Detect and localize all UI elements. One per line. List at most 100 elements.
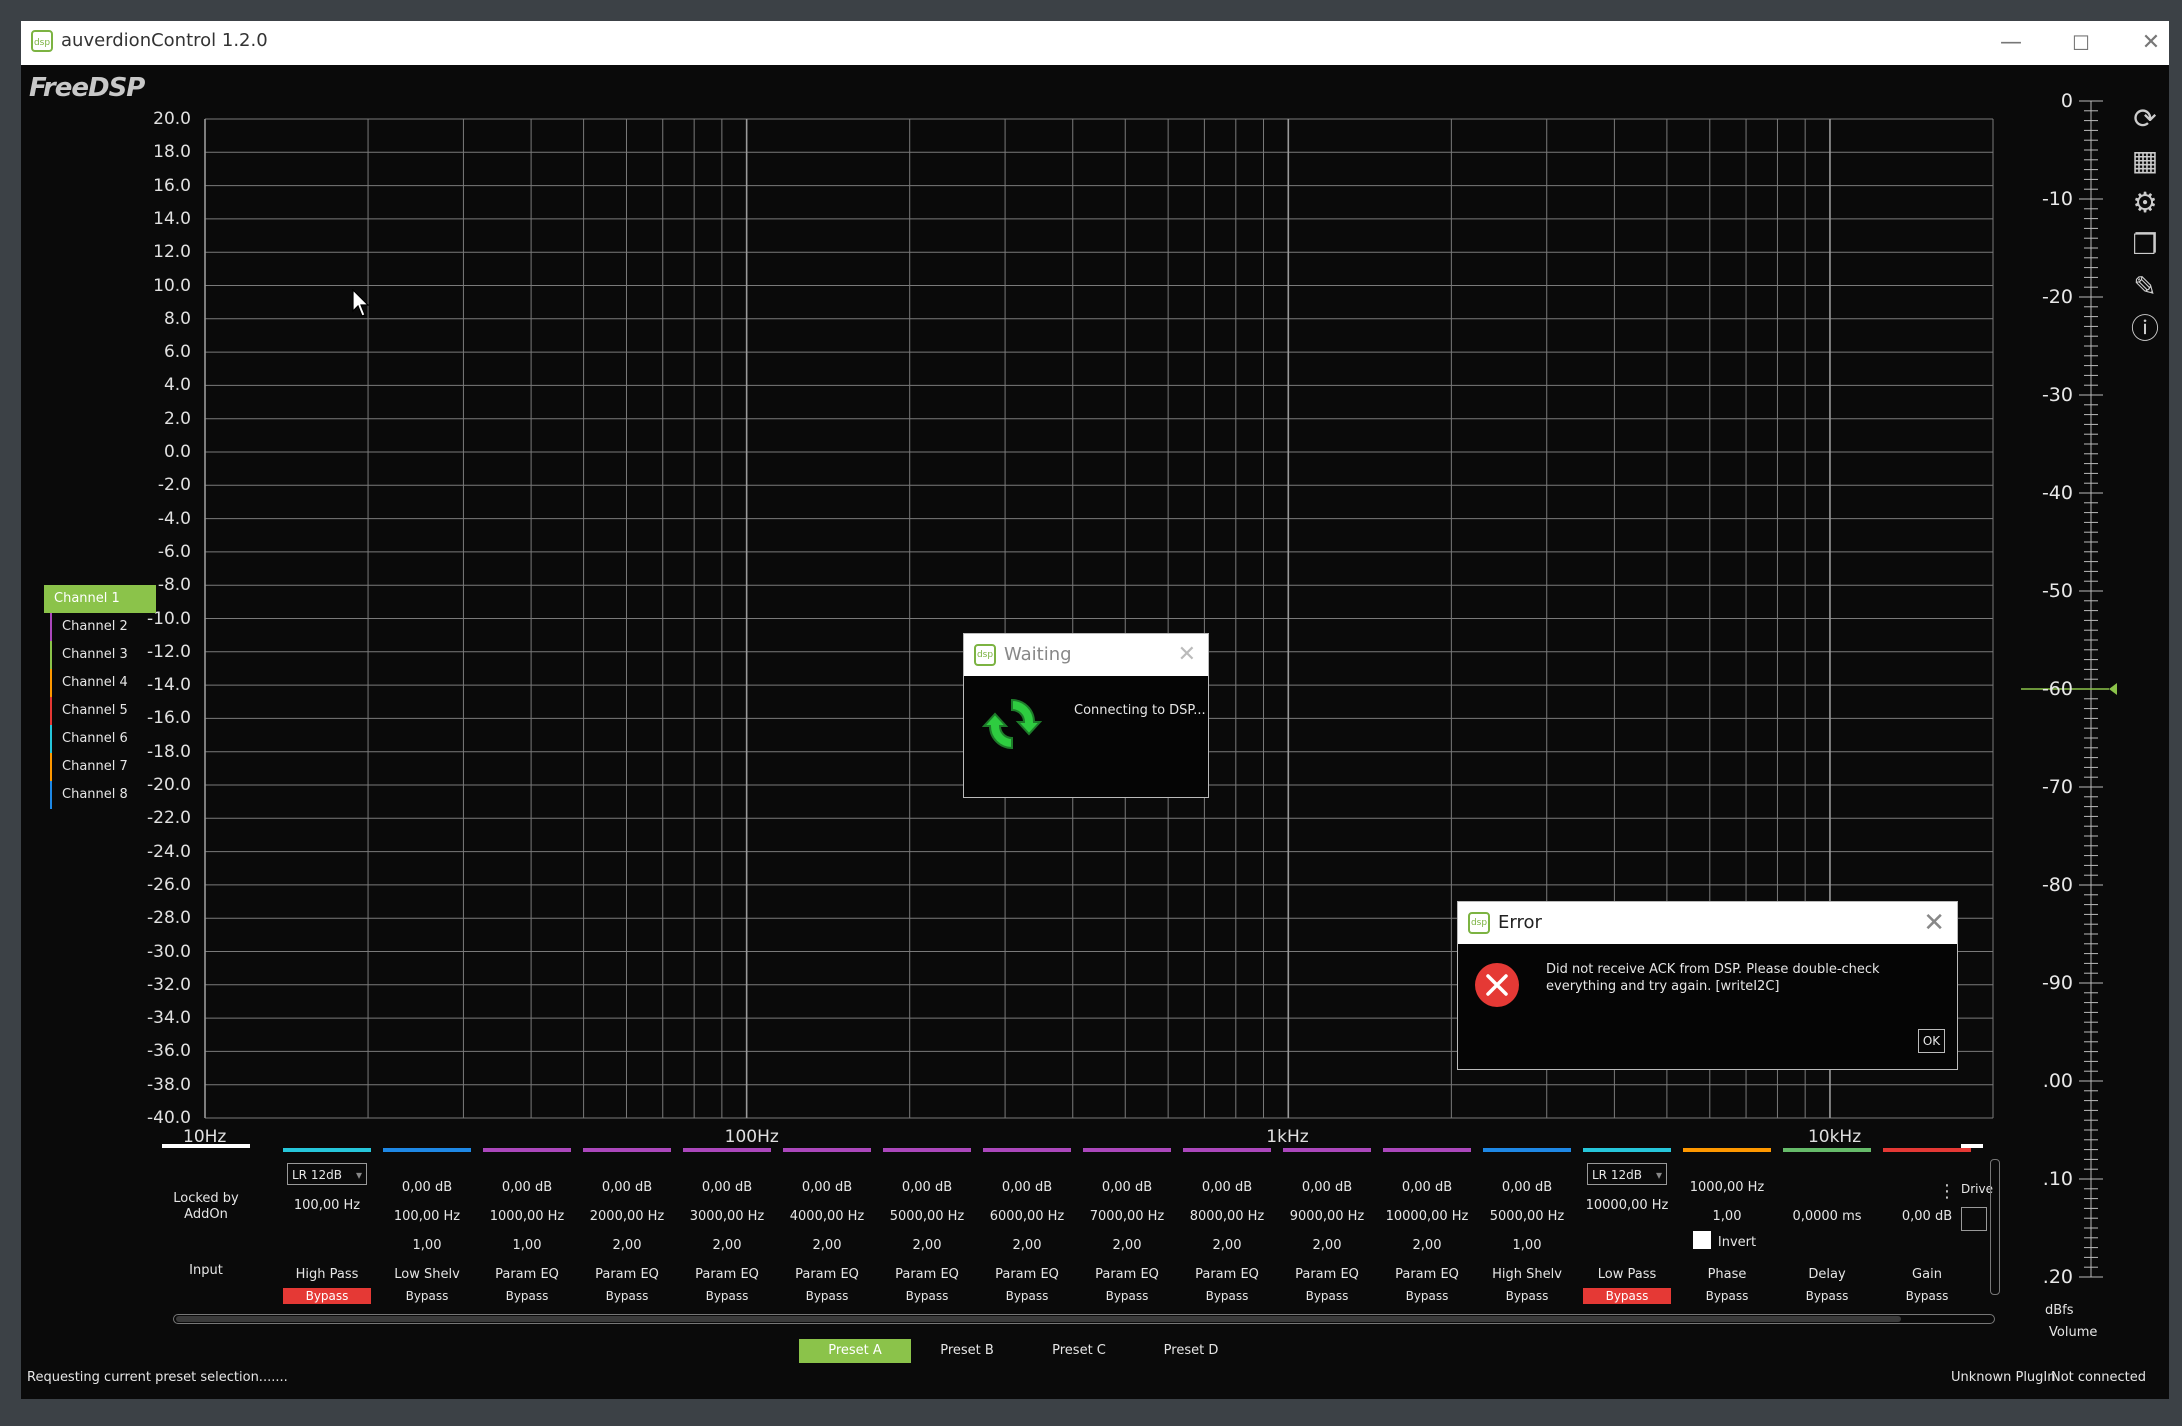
filter-q: 1,00	[1712, 1209, 1742, 1224]
y-tick-label: 16.0	[153, 175, 191, 196]
filter-q: 1,00	[412, 1238, 442, 1253]
bypass-button[interactable]: Bypass	[1683, 1288, 1771, 1304]
info-icon[interactable]: ⓘ	[2125, 309, 2165, 349]
driver-dropdown[interactable]	[1961, 1207, 1987, 1231]
filter-color-bar	[483, 1148, 571, 1152]
filter-q: 2,00	[912, 1238, 942, 1253]
y-tick-label: -6.0	[157, 541, 191, 562]
bypass-button[interactable]: Bypass	[683, 1288, 771, 1304]
filter-column[interactable]: LR 12dB ▾ 100,00 Hz High Pass Bypass	[283, 1148, 371, 1313]
filter-column[interactable]: 0,00 dB Gain Bypass	[1883, 1148, 1971, 1313]
bypass-button[interactable]: Bypass	[1383, 1288, 1471, 1304]
gear-icon[interactable]: ⚙	[2125, 183, 2165, 223]
volume-label: -20	[2041, 286, 2073, 308]
filter-type-label: High Shelv	[1492, 1267, 1562, 1282]
bypass-button[interactable]: Bypass	[1283, 1288, 1371, 1304]
preset-button[interactable]: Preset A	[799, 1339, 911, 1363]
volume-label: -70	[2041, 776, 2073, 798]
bypass-button[interactable]: Bypass	[1883, 1288, 1971, 1304]
filter-column[interactable]: 0,00 dB 1000,00 Hz 1,00 Param EQ Bypass	[483, 1148, 571, 1313]
app-window: dsp auverdionControl 1.2.0 — ☐ ✕ FreeDSP…	[21, 21, 2169, 1399]
bypass-button[interactable]: Bypass	[1183, 1288, 1271, 1304]
filter-gain: 0,00 dB	[1301, 1180, 1353, 1195]
filter-column[interactable]: 0,00 dB 8000,00 Hz 2,00 Param EQ Bypass	[1183, 1148, 1271, 1313]
error-dialog: dsp Error ✕ Did not receive ACK from DSP…	[1457, 901, 1958, 1070]
waiting-dialog: dsp Waiting ✕ Connecting to DSP...	[963, 633, 1209, 798]
y-tick-label: 0.0	[163, 442, 191, 462]
filter-column[interactable]: 0,00 dB 7000,00 Hz 2,00 Param EQ Bypass	[1083, 1148, 1171, 1313]
filter-column[interactable]: 0,00 dB 6000,00 Hz 2,00 Param EQ Bypass	[983, 1148, 1071, 1313]
filter-color-bar	[383, 1148, 471, 1152]
filter-column[interactable]: 0,00 dB 5000,00 Hz 2,00 Param EQ Bypass	[883, 1148, 971, 1313]
error-dialog-message: Did not receive ACK from DSP. Please dou…	[1546, 962, 1880, 994]
filter-type-label: Low Shelv	[394, 1267, 460, 1282]
filter-type-label: Delay	[1808, 1267, 1846, 1282]
waiting-dialog-header: dsp Waiting ✕	[964, 634, 1208, 676]
bypass-button[interactable]: Bypass	[1783, 1288, 1871, 1304]
bypass-button[interactable]: Bypass	[1583, 1288, 1671, 1304]
filter-q: 2,00	[1212, 1238, 1242, 1253]
filter-color-bar	[883, 1148, 971, 1152]
bypass-button[interactable]: Bypass	[883, 1288, 971, 1304]
filter-column[interactable]: LR 12dB ▾ 10000,00 Hz Low Pass Bypass	[1583, 1148, 1671, 1313]
preset-button[interactable]: Preset B	[911, 1339, 1023, 1363]
bypass-button[interactable]: Bypass	[283, 1288, 371, 1304]
filter-column[interactable]: 0,00 dB 9000,00 Hz 2,00 Param EQ Bypass	[1283, 1148, 1371, 1313]
filter-frequency: 10000,00 Hz	[1585, 1198, 1669, 1213]
filter-column[interactable]: 0,0000 ms Delay Bypass	[1783, 1148, 1871, 1313]
filter-column[interactable]: 1000,00 Hz 1,00 Invert Phase Bypass	[1683, 1148, 1771, 1313]
error-dialog-close[interactable]: ✕	[1923, 908, 1945, 938]
filter-column[interactable]: 0,00 dB 2000,00 Hz 2,00 Param EQ Bypass	[583, 1148, 671, 1313]
volume-label: .20	[2042, 1266, 2073, 1288]
channel-item[interactable]: Channel 8	[50, 781, 156, 809]
bypass-button[interactable]: Bypass	[583, 1288, 671, 1304]
channel-item[interactable]: Channel 4	[50, 669, 156, 697]
preset-button[interactable]: Preset C	[1023, 1339, 1135, 1363]
chip-icon[interactable]: ▦	[2125, 141, 2165, 181]
filter-type-dropdown[interactable]: LR 12dB ▾	[287, 1163, 367, 1185]
refresh-icon[interactable]: ⟳	[2125, 99, 2165, 139]
edit-icon[interactable]: ✎	[2125, 267, 2165, 307]
filter-q: 2,00	[1012, 1238, 1042, 1253]
y-tick-label: 12.0	[153, 242, 191, 263]
channel-item[interactable]: Channel 3	[50, 641, 156, 669]
channel-item[interactable]: Channel 2	[50, 613, 156, 641]
y-tick-label: 6.0	[163, 342, 191, 363]
bypass-button[interactable]: Bypass	[483, 1288, 571, 1304]
filter-column[interactable]: 0,00 dB 100,00 Hz 1,00 Low Shelv Bypass	[383, 1148, 471, 1313]
channel-item[interactable]: Channel 7	[50, 753, 156, 781]
channel-item[interactable]: Channel 5	[50, 697, 156, 725]
filter-column[interactable]: 0,00 dB 10000,00 Hz 2,00 Param EQ Bypass	[1383, 1148, 1471, 1313]
bypass-button[interactable]: Bypass	[1083, 1288, 1171, 1304]
filter-column[interactable]: 0,00 dB 4000,00 Hz 2,00 Param EQ Bypass	[783, 1148, 871, 1313]
dsp-app-icon: dsp	[1468, 912, 1490, 934]
waiting-dialog-close[interactable]: ✕	[1178, 642, 1196, 667]
filter-type-dropdown[interactable]: LR 12dB ▾	[1587, 1163, 1667, 1185]
filter-type-label: Param EQ	[895, 1267, 959, 1282]
horizontal-scrollbar[interactable]	[173, 1314, 1995, 1324]
bypass-button[interactable]: Bypass	[383, 1288, 471, 1304]
filter-gain: 0,00 dB	[901, 1180, 953, 1195]
filter-frequency: 1000,00 Hz	[1689, 1180, 1765, 1195]
bypass-button[interactable]: Bypass	[1483, 1288, 1571, 1304]
bypass-button[interactable]: Bypass	[783, 1288, 871, 1304]
filter-column[interactable]: 0,00 dB 5000,00 Hz 1,00 High Shelv Bypass	[1483, 1148, 1571, 1313]
preset-button[interactable]: Preset D	[1135, 1339, 1247, 1363]
x-tick-label: 1kHz	[1266, 1127, 1309, 1147]
volume-label: -60	[2041, 678, 2073, 700]
filter-color-bar	[583, 1148, 671, 1152]
scrollbar-thumb[interactable]	[176, 1316, 1901, 1322]
windows-icon[interactable]: ❐	[2125, 225, 2165, 265]
channel-item[interactable]: Channel 1	[44, 585, 156, 613]
filter-gain: 0,00 dB	[1201, 1180, 1253, 1195]
y-tick-label: -26.0	[147, 874, 191, 895]
channel-item[interactable]: Channel 6	[50, 725, 156, 753]
filter-color-bar	[683, 1148, 771, 1152]
filter-column[interactable]: 0,00 dB 3000,00 Hz 2,00 Param EQ Bypass	[683, 1148, 771, 1313]
volume-label: .10	[2042, 1168, 2073, 1190]
y-tick-label: 20.0	[153, 109, 191, 129]
error-dialog-ok-button[interactable]: OK	[1918, 1029, 1945, 1053]
vertical-scrollbar[interactable]	[1990, 1159, 2000, 1295]
bypass-button[interactable]: Bypass	[983, 1288, 1071, 1304]
filter-gain: 0,00 dB	[601, 1180, 653, 1195]
